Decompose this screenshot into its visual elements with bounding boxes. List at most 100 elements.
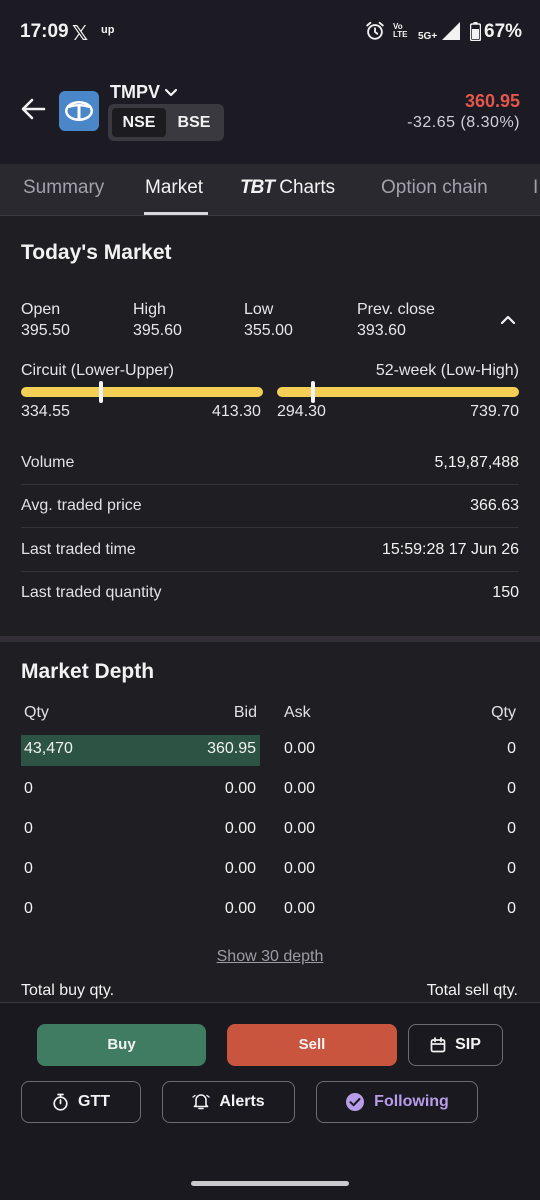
exchange-nse-button[interactable]: NSE xyxy=(112,108,166,137)
bell-icon xyxy=(192,1094,211,1110)
gtt-button[interactable]: GTT xyxy=(21,1081,141,1123)
market-depth-section: Market Depth Qty Bid Ask Qty 43,470 360.9… xyxy=(0,642,540,1002)
depth-bid-qty-header: Qty xyxy=(24,704,49,721)
volte-icon: Vo LTE xyxy=(393,23,408,39)
status-bar: 17:09 𝕏 up Vo LTE 5G+ 67% xyxy=(0,0,540,66)
high-value: 395.60 xyxy=(133,322,182,339)
stat-row-last-qty: Last traded quantity 150 xyxy=(21,572,519,615)
tab-option-chain[interactable]: Option chain xyxy=(381,177,488,199)
low-label: Low xyxy=(244,301,274,318)
tata-logo-icon xyxy=(59,91,99,131)
exchange-bse-button[interactable]: BSE xyxy=(168,108,220,137)
total-sell-qty-label: Total sell qty. xyxy=(426,982,518,999)
tab-charts-label: Charts xyxy=(279,177,336,198)
depth-bid-qty: 0 xyxy=(24,820,33,837)
prev-close-value: 393.60 xyxy=(357,322,406,339)
stock-header: TMPV NSE BSE 360.95 -32.65 (8.30%) xyxy=(0,66,540,164)
depth-bid-header: Bid xyxy=(233,704,257,721)
week52-high: 739.70 xyxy=(470,403,519,420)
home-indicator[interactable] xyxy=(191,1181,349,1186)
status-time: 17:09 xyxy=(20,21,69,42)
depth-ask-price: 0.00 xyxy=(284,740,316,757)
show-30-depth-label: Show 30 depth xyxy=(216,948,324,965)
up-app-icon: up xyxy=(101,24,115,36)
open-label: Open xyxy=(21,301,61,318)
week52-label: 52-week (Low-High) xyxy=(375,362,519,379)
sell-button[interactable]: Sell xyxy=(227,1024,397,1066)
depth-bid-qty: 0 xyxy=(24,780,33,797)
x-app-icon: 𝕏 xyxy=(72,23,89,45)
calendar-icon xyxy=(430,1036,446,1053)
last-price: 360.95 xyxy=(464,91,520,111)
action-bar: Buy Sell SIP GTT Alerts Following xyxy=(0,1002,540,1200)
depth-ask-price: 0.00 xyxy=(284,820,316,837)
exchange-toggle: NSE BSE xyxy=(108,104,224,141)
following-label: Following xyxy=(374,1093,449,1111)
stat-row-last-time: Last traded time 15:59:28 17 Jun 26 xyxy=(21,529,519,572)
depth-ask-qty: 0 xyxy=(507,860,516,877)
depth-bid-price: 0.00 xyxy=(224,900,256,917)
tab-bar: Summary Market TBT Charts Option chain I xyxy=(0,164,540,216)
stat-row-volume: Volume 5,19,87,488 xyxy=(21,442,519,485)
following-button[interactable]: Following xyxy=(316,1081,478,1123)
chevron-down-icon[interactable] xyxy=(164,86,178,100)
last-time-label: Last traded time xyxy=(21,541,136,558)
avg-price-label: Avg. traded price xyxy=(21,497,142,514)
last-qty-value: 150 xyxy=(492,584,519,601)
stat-row-avg-price: Avg. traded price 366.63 xyxy=(21,485,519,528)
show-30-depth-link[interactable]: Show 30 depth xyxy=(0,948,540,966)
depth-ask-price: 0.00 xyxy=(284,780,316,797)
depth-bid-qty: 43,470 xyxy=(24,740,73,757)
circuit-label: Circuit (Lower-Upper) xyxy=(21,362,174,379)
tab-summary[interactable]: Summary xyxy=(23,177,104,199)
circuit-upper: 413.30 xyxy=(212,403,261,420)
last-time-value: 15:59:28 17 Jun 26 xyxy=(381,541,519,558)
price-change: -32.65 (8.30%) xyxy=(407,114,520,131)
depth-ask-price: 0.00 xyxy=(284,860,316,877)
alerts-label: Alerts xyxy=(219,1093,265,1111)
battery-percent: 67% xyxy=(484,21,523,42)
circuit-lower: 334.55 xyxy=(21,403,70,420)
sip-label: SIP xyxy=(455,1036,481,1054)
todays-market-title: Today's Market xyxy=(21,241,172,264)
buy-button[interactable]: Buy xyxy=(37,1024,206,1066)
stock-symbol[interactable]: TMPV xyxy=(110,82,160,103)
week52-low: 294.30 xyxy=(277,403,326,420)
circuit-range-bar xyxy=(21,387,263,397)
signal-icon xyxy=(442,22,460,40)
last-qty-label: Last traded quantity xyxy=(21,584,162,601)
depth-bid-price: 0.00 xyxy=(224,860,256,877)
tab-market[interactable]: Market xyxy=(145,177,203,199)
tbt-logo-icon: TBT xyxy=(240,177,275,198)
volume-label: Volume xyxy=(21,454,75,471)
battery-icon xyxy=(470,22,481,41)
avg-price-value: 366.63 xyxy=(470,497,519,514)
depth-ask-qty: 0 xyxy=(507,780,516,797)
week52-range-marker xyxy=(311,381,316,403)
open-value: 395.50 xyxy=(21,322,70,339)
volte-line2: LTE xyxy=(393,30,408,39)
alarm-icon xyxy=(366,21,384,40)
check-circle-icon xyxy=(346,1092,365,1111)
volume-value: 5,19,87,488 xyxy=(434,454,519,471)
depth-bid-price: 360.95 xyxy=(207,740,256,757)
low-value: 355.00 xyxy=(244,322,293,339)
gtt-label: GTT xyxy=(78,1093,110,1111)
todays-market-section: Today's Market Open 395.50 High 395.60 L… xyxy=(0,217,540,636)
network-label: 5G+ xyxy=(418,31,438,42)
stopwatch-icon xyxy=(53,1093,68,1111)
alerts-button[interactable]: Alerts xyxy=(162,1081,295,1123)
chevron-up-icon[interactable] xyxy=(499,313,517,327)
back-arrow-icon[interactable] xyxy=(18,94,48,124)
total-buy-qty-label: Total buy qty. xyxy=(21,982,115,999)
market-depth-title: Market Depth xyxy=(21,660,155,683)
depth-bid-price: 0.00 xyxy=(224,780,256,797)
depth-ask-qty: 0 xyxy=(507,740,516,757)
depth-ask-qty-header: Qty xyxy=(491,704,516,721)
sip-button[interactable]: SIP xyxy=(408,1024,503,1066)
prev-close-label: Prev. close xyxy=(357,301,435,318)
tab-more[interactable]: I xyxy=(533,177,538,199)
tab-tbt-charts[interactable]: TBT Charts xyxy=(240,177,335,199)
depth-bid-price: 0.00 xyxy=(224,820,256,837)
depth-ask-header: Ask xyxy=(284,704,311,721)
